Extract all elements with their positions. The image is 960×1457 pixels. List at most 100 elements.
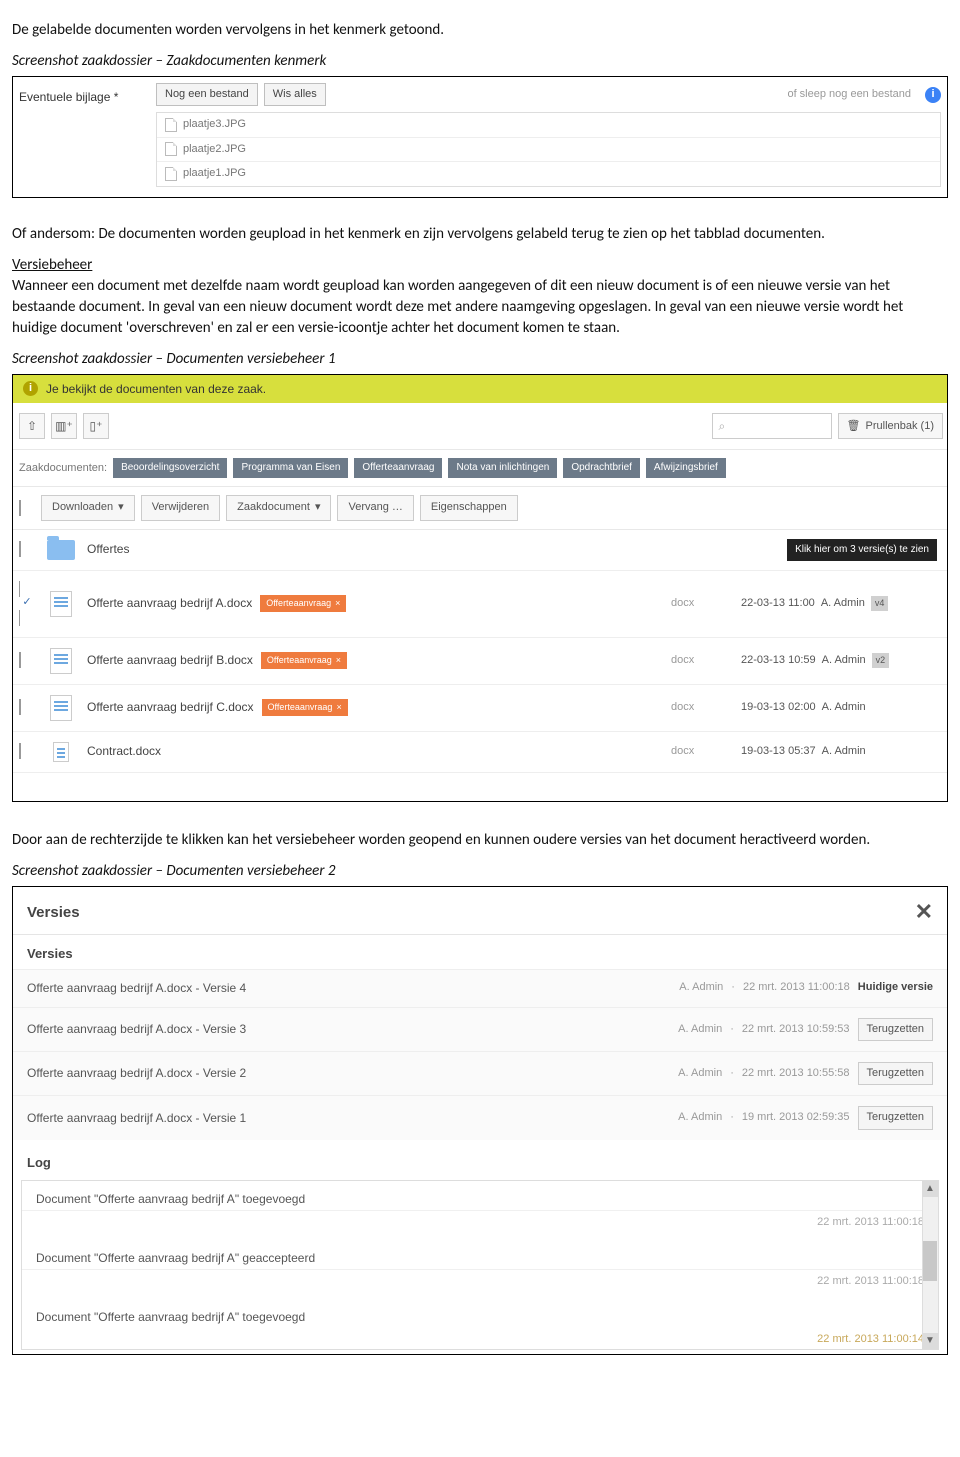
scroll-down-icon[interactable]: ▼ [922,1333,938,1349]
row-checkbox[interactable] [19,652,21,668]
revert-button[interactable]: Terugzetten [858,1062,933,1085]
revert-button[interactable]: Terugzetten [858,1106,933,1129]
doc-tag[interactable]: Offerteaanvraag× [261,652,347,669]
doc-user: A. Admin [821,596,865,611]
doc-ext: docx [671,700,731,715]
screenshot-caption: Screenshot zaakdossier – Documenten vers… [12,349,948,370]
document-row[interactable]: Offerte aanvraag bedrijf C.docx Offertea… [13,685,947,732]
doc-type-tag[interactable]: Afwijzingsbrief [646,458,726,478]
new-folder-button[interactable]: ▥⁺ [51,413,77,439]
remove-tag-icon[interactable]: × [336,654,341,667]
doc-type-tag[interactable]: Opdrachtbrief [563,458,640,478]
version-user: A. Admin [679,980,723,995]
remove-tag-icon[interactable]: × [335,597,340,610]
delete-button[interactable]: Verwijderen [141,495,220,520]
doc-tag[interactable]: Offerteaanvraag× [260,595,346,612]
file-icon [165,118,177,132]
file-item[interactable]: plaatje1.JPG [157,162,940,185]
search-icon: ⌕ [719,418,726,435]
new-document-button[interactable]: ▯⁺ [83,413,109,439]
file-name: plaatje2.JPG [183,142,246,157]
search-input[interactable]: ⌕ [712,413,832,439]
document-row[interactable]: Offerte aanvraag bedrijf A.docx Offertea… [13,571,947,638]
log-entry: Document "Offerte aanvraag bedrijf A" ge… [22,1240,938,1270]
upload-button[interactable]: ⇧ [19,413,45,439]
body-paragraph: Of andersom: De documenten worden geuplo… [12,224,948,245]
revert-button[interactable]: Terugzetten [858,1018,933,1041]
info-icon: i [23,381,38,396]
close-icon[interactable]: ✕ [915,897,933,928]
log-timestamp: 22 mrt. 2013 11:00:18 [22,1270,938,1299]
version-row[interactable]: Offerte aanvraag bedrijf A.docx - Versie… [13,1051,947,1095]
info-icon[interactable]: i [925,87,941,103]
field-label: Eventuele bijlage * [19,83,144,106]
doc-user: A. Admin [822,700,866,715]
version-badge[interactable]: v4 [871,596,889,611]
doc-date: 19-03-13 05:37 [741,744,816,759]
section-heading: Versiebeheer [12,256,92,274]
select-all-checkbox[interactable] [19,500,21,516]
doc-name: Offerte aanvraag bedrijf C.docx [87,699,254,716]
tags-label: Zaakdocumenten: [19,461,107,476]
doc-type-tag[interactable]: Nota van inlichtingen [448,458,557,478]
document-icon [53,742,69,762]
scroll-up-icon[interactable]: ▲ [922,1181,938,1197]
folder-icon [47,540,75,560]
doc-type-tag[interactable]: Beoordelingsoverzicht [113,458,227,478]
document-row[interactable]: Offerte aanvraag bedrijf B.docx Offertea… [13,638,947,685]
remove-tag-icon[interactable]: × [336,701,341,714]
properties-button[interactable]: Eigenschappen [420,495,518,520]
row-checkbox[interactable] [19,743,21,759]
download-button[interactable]: Downloaden▾ [41,495,135,520]
log-entry: Document "Offerte aanvraag bedrijf A" to… [22,1181,938,1211]
doc-type-tag[interactable]: Programma van Eisen [233,458,348,478]
row-checkbox[interactable] [19,541,21,557]
doc-type-tag[interactable]: Offerteaanvraag [354,458,442,478]
row-checkbox[interactable] [19,699,21,715]
version-tooltip: Klik hier om 3 versie(s) te zien [787,539,937,561]
document-icon [50,695,72,721]
file-item[interactable]: plaatje2.JPG [157,138,940,162]
document-icon [50,648,72,674]
dialog-title: Versies [27,902,80,923]
replace-button[interactable]: Vervang … [337,495,413,520]
log-scroll-area[interactable]: Document "Offerte aanvraag bedrijf A" to… [21,1180,939,1350]
version-date: 22 mrt. 2013 10:59:53 [742,1022,850,1037]
scrollbar-thumb[interactable] [923,1241,937,1281]
current-version-label: Huidige versie [858,980,933,995]
scrollbar-track[interactable]: ▲ ▼ [922,1181,938,1349]
required-marker: * [114,90,119,104]
trash-button[interactable]: 🗑 Prullenbak (1) [838,413,943,439]
log-timestamp: 22 mrt. 2013 11:00:14 [22,1328,938,1349]
document-row[interactable]: Contract.docx docx 19-03-13 05:37 A. Adm… [13,732,947,773]
version-row[interactable]: Offerte aanvraag bedrijf A.docx - Versie… [13,969,947,1007]
row-checkbox[interactable] [19,581,35,626]
doc-name: Contract.docx [87,743,161,760]
doc-ext: docx [671,596,731,611]
section-heading-and-paragraph: Versiebeheer Wanneer een document met de… [12,255,948,339]
doc-user: A. Admin [822,653,866,668]
doc-name: Offerte aanvraag bedrijf A.docx [87,595,252,612]
doc-date: 19-03-13 02:00 [741,700,816,715]
doc-ext: docx [671,653,731,668]
version-badge[interactable]: v2 [872,653,890,668]
file-name: plaatje1.JPG [183,166,246,181]
drag-hint: of sleep nog een bestand [787,87,911,102]
add-file-button[interactable]: Nog een bestand [156,83,258,106]
dropdown-icon: ▾ [118,500,124,515]
clear-all-button[interactable]: Wis alles [264,83,326,106]
version-row[interactable]: Offerte aanvraag bedrijf A.docx - Versie… [13,1095,947,1139]
folder-row[interactable]: Offertes Klik hier om 3 versie(s) te zie… [13,530,947,571]
version-date: 22 mrt. 2013 11:00:18 [743,980,850,995]
log-heading: Log [13,1146,947,1180]
screenshot-caption: Screenshot zaakdossier – Documenten vers… [12,861,948,882]
zaakdocument-button[interactable]: Zaakdocument▾ [226,495,331,520]
file-item[interactable]: plaatje3.JPG [157,113,940,137]
version-row[interactable]: Offerte aanvraag bedrijf A.docx - Versie… [13,1007,947,1051]
screenshot-document-list: i Je bekijkt de documenten van deze zaak… [12,374,948,802]
version-date: 19 mrt. 2013 02:59:35 [742,1110,850,1125]
file-name: plaatje3.JPG [183,117,246,132]
document-icon [50,591,72,617]
doc-tag[interactable]: Offerteaanvraag× [262,699,348,716]
version-user: A. Admin [678,1066,722,1081]
